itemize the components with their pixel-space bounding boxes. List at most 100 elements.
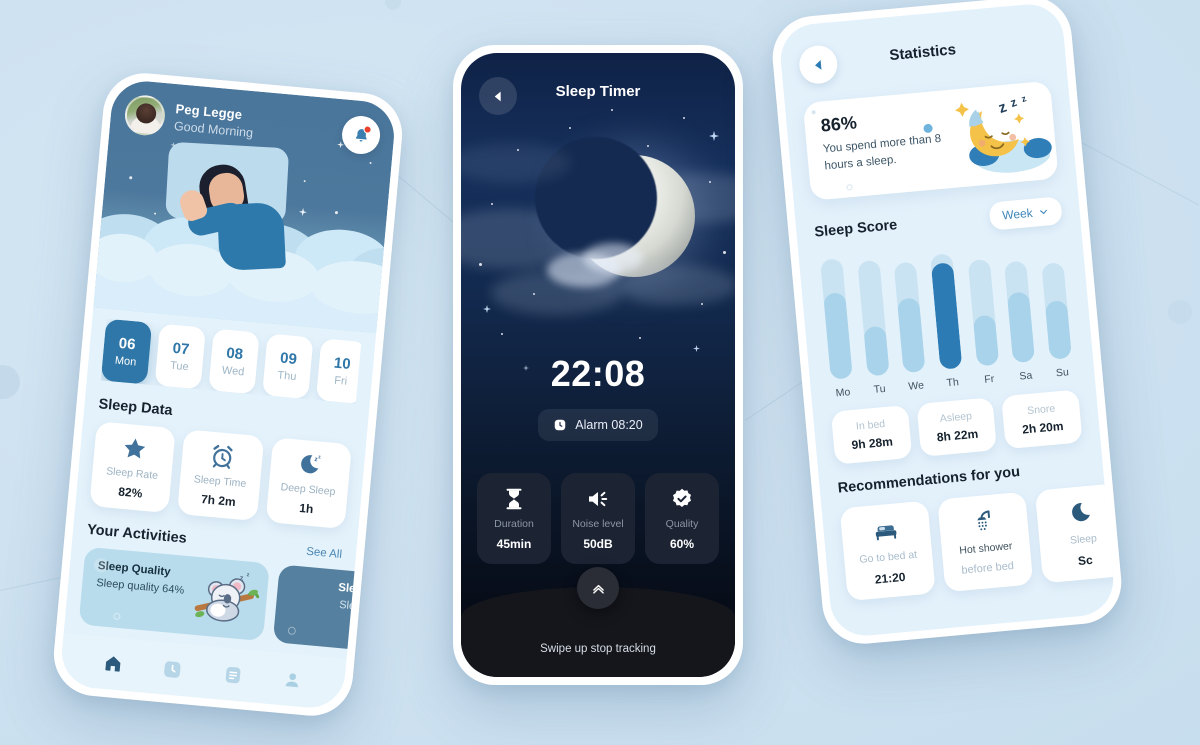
bg-decor-circle-left xyxy=(0,365,20,399)
activities-title: Your Activities xyxy=(86,521,188,547)
sleep-timer-screen: Sleep Timer 22:08 Alarm 08:20 Duration 4… xyxy=(461,53,735,677)
back-button[interactable] xyxy=(479,77,517,115)
asleep-value: 8h 22m xyxy=(936,426,979,445)
duration-card[interactable]: Duration 45min xyxy=(477,473,551,564)
stats-content: 86% You spend more than 8 hours a sleep. xyxy=(785,79,1117,603)
current-time: 22:08 xyxy=(550,353,646,394)
nav-document-button[interactable] xyxy=(221,663,244,686)
date-weekday: Mon xyxy=(114,354,137,369)
bg-decor-circle-right xyxy=(1168,300,1192,324)
shower-icon xyxy=(977,510,990,531)
sleep-score-title: Sleep Score xyxy=(813,217,898,241)
snore-value: 2h 20m xyxy=(1021,418,1065,437)
user-info: Peg Legge Good Morning xyxy=(173,101,255,140)
notification-badge-dot xyxy=(363,125,372,134)
recommendation-shower-card[interactable]: Hot shower before bed xyxy=(937,491,1034,593)
date-number: 07 xyxy=(171,339,191,359)
snore-card[interactable]: Snore 2h 20m xyxy=(1001,389,1083,450)
noise-level-value: 50dB xyxy=(583,537,613,551)
chart-bar-fill xyxy=(972,314,999,367)
chart-bar-su: Su xyxy=(1039,262,1077,380)
in-bed-card[interactable]: In bed 9h 28m xyxy=(830,404,913,465)
sleep-score-header: Sleep Score Week xyxy=(813,196,1063,246)
sleep-stats-cards: In bed 9h 28m Asleep 8h 22m Snore 2h 20m xyxy=(830,389,1083,465)
snore-label: Snore xyxy=(1026,402,1056,418)
chart-bar-label: Sa xyxy=(1018,369,1033,383)
person-icon xyxy=(285,673,299,688)
date-item-2[interactable]: 08 Wed xyxy=(208,328,260,395)
noise-level-card[interactable]: Noise level 50dB xyxy=(561,473,635,564)
in-bed-value: 9h 28m xyxy=(850,434,894,453)
chart-bar-track[interactable] xyxy=(1004,260,1036,364)
recommendations-list: Go to bed at 21:20 Hot shower before bed… xyxy=(839,482,1117,602)
asleep-card[interactable]: Asleep 8h 22m xyxy=(916,397,998,457)
chart-bar-fill xyxy=(862,325,890,377)
chart-bar-fill xyxy=(1007,291,1036,364)
nav-clock-button[interactable] xyxy=(161,658,184,681)
date-item-3[interactable]: 09 Thu xyxy=(262,333,314,400)
activity-card-sleep-secondary[interactable]: Sleep Sleep xyxy=(272,564,385,652)
noise-level-label: Noise level xyxy=(572,518,624,530)
sleep-rate-label: Sleep Rate xyxy=(105,465,159,482)
sleep-data-cards: Sleep Rate 82% Sleep Time 7h 2m z z Deep… xyxy=(89,421,352,530)
range-selector[interactable]: Week xyxy=(988,196,1063,231)
speaker-icon xyxy=(589,491,608,507)
sleep-time-card[interactable]: Sleep Time 7h 2m xyxy=(177,429,265,522)
chart-bar-fr: Fr xyxy=(965,259,1004,387)
svg-text:z: z xyxy=(996,99,1009,118)
date-weekday: Fri xyxy=(333,374,348,388)
chart-bar-track[interactable] xyxy=(930,253,963,370)
see-all-link[interactable]: See All xyxy=(306,546,343,561)
star-icon xyxy=(124,438,145,459)
date-item-4[interactable]: 10 Fri xyxy=(315,338,362,404)
sleeping-moon-icon: z z z xyxy=(955,93,1052,173)
nav-home-button[interactable] xyxy=(102,653,124,675)
date-selector[interactable]: 06 Mon 07 Tue 08 Wed 09 Thu 10 Fri xyxy=(100,318,362,404)
sleep-time-label: Sleep Time xyxy=(193,473,247,490)
date-item-1[interactable]: 07 Tue xyxy=(154,323,206,390)
chart-bar-fill xyxy=(822,291,853,380)
quality-card[interactable]: Quality 60% xyxy=(645,473,719,564)
chart-bar-fill xyxy=(1044,300,1073,360)
sleep-summary-card[interactable]: 86% You spend more than 8 hours a sleep. xyxy=(802,80,1059,201)
sleep-time-value: 7h 2m xyxy=(200,492,237,510)
chart-bar-mo: Mo xyxy=(817,258,857,400)
nav-profile-button[interactable] xyxy=(282,669,304,691)
timer-top-bar xyxy=(461,53,735,115)
chart-bar-label: Fr xyxy=(983,372,995,386)
recommendation-label: Hot shower xyxy=(958,540,1013,557)
home-screen: Peg Legge Good Morning 06 Mon 07 Tue 08 … xyxy=(58,78,398,711)
activity-card-sleep-quality[interactable]: Sleep Quality Sleep quality 64% z z xyxy=(78,546,270,642)
bed-icon xyxy=(875,525,897,541)
date-weekday: Tue xyxy=(169,359,190,374)
sleep-rate-card[interactable]: Sleep Rate 82% xyxy=(89,421,177,514)
avatar[interactable] xyxy=(123,93,167,138)
date-weekday: Wed xyxy=(221,364,245,379)
chart-bar-track[interactable] xyxy=(1041,262,1073,360)
duration-label: Duration xyxy=(494,518,534,530)
date-number: 06 xyxy=(118,334,137,354)
chevron-down-icon xyxy=(1040,209,1047,215)
date-item-0[interactable]: 06 Mon xyxy=(100,318,153,385)
svg-text:z: z xyxy=(246,572,250,578)
swipe-up-button[interactable] xyxy=(577,567,619,609)
chevron-up-icon xyxy=(592,584,604,594)
range-label: Week xyxy=(1001,205,1034,223)
chart-bar-track[interactable] xyxy=(967,259,999,367)
chart-bar-track[interactable] xyxy=(893,261,926,374)
chart-bar-track[interactable] xyxy=(856,259,890,377)
recommendation-sleep-card[interactable]: Sleep Sc xyxy=(1034,482,1117,584)
notification-button[interactable] xyxy=(340,114,382,156)
chart-bar-track[interactable] xyxy=(819,258,853,380)
chart-bar-label: We xyxy=(907,379,925,393)
timer-metrics: Duration 45min Noise level 50dB Quality … xyxy=(477,473,719,564)
home-icon xyxy=(105,656,121,672)
moon-illustration xyxy=(461,113,735,373)
recommendation-bed-card[interactable]: Go to bed at 21:20 xyxy=(839,500,936,602)
statistics-screen: Statistics 86% You spend more than 8 hou… xyxy=(777,1,1117,639)
deep-sleep-card[interactable]: z z Deep Sleep 1h xyxy=(265,437,352,530)
hourglass-icon xyxy=(506,488,522,510)
badge-check-icon xyxy=(673,488,691,507)
alarm-pill[interactable]: Alarm 08:20 xyxy=(538,409,658,441)
document-icon xyxy=(225,666,241,683)
